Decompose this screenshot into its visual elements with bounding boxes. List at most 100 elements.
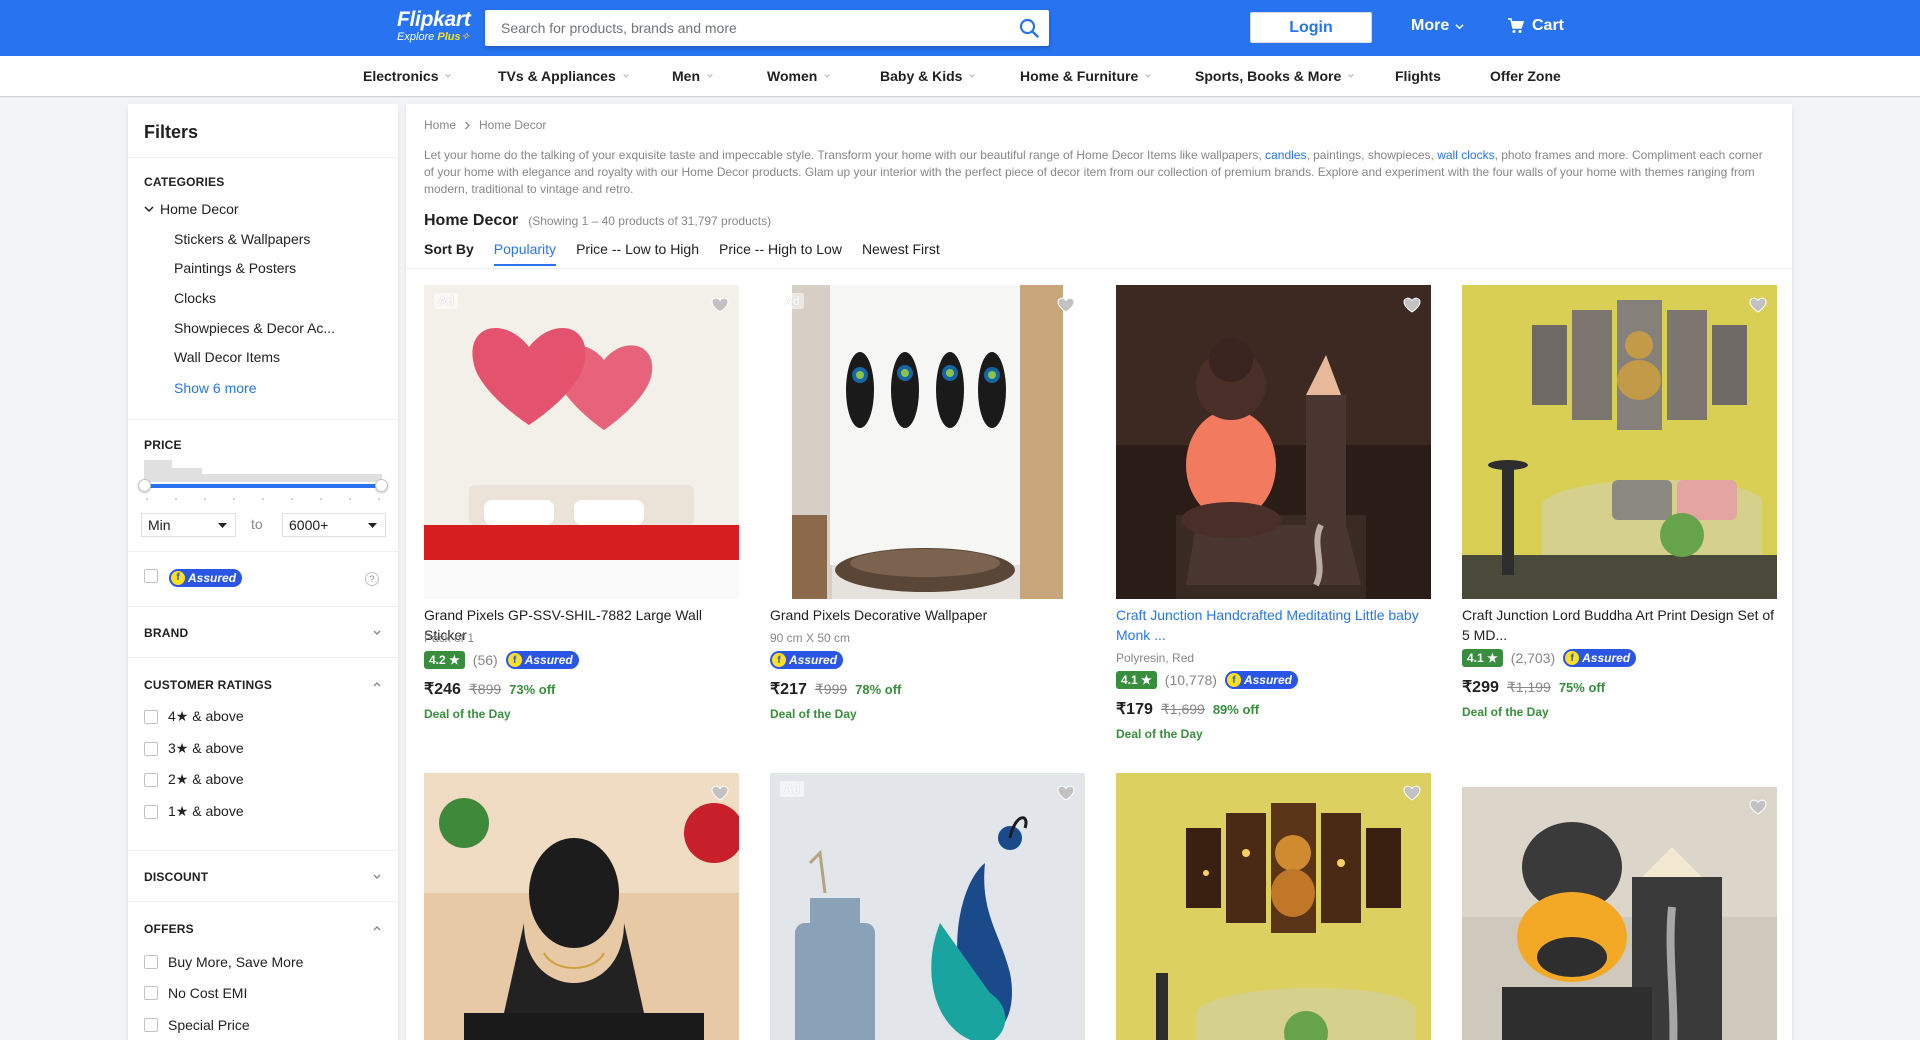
wishlist-heart-icon[interactable] xyxy=(711,785,729,801)
category-item[interactable]: Showpieces & Decor Ac... xyxy=(174,320,335,336)
flipkart-f-icon: f xyxy=(772,653,786,667)
offer-filter[interactable]: Buy More, Save More xyxy=(144,954,303,970)
wishlist-heart-icon[interactable] xyxy=(1749,297,1767,313)
checkbox[interactable] xyxy=(144,709,158,724)
product-rating: f Assured xyxy=(770,651,844,669)
sale-price: ₹246 xyxy=(424,681,461,698)
sort-price-low-high[interactable]: Price -- Low to High xyxy=(576,241,699,257)
checkbox[interactable] xyxy=(144,986,158,1000)
ad-badge: Ad xyxy=(780,781,804,797)
nav-sports-books[interactable]: Sports, Books & More xyxy=(1195,56,1355,96)
product-image[interactable] xyxy=(1462,285,1777,599)
chevron-up-icon[interactable] xyxy=(372,680,382,690)
checkbox[interactable] xyxy=(144,804,158,819)
wishlist-heart-icon[interactable] xyxy=(1403,297,1421,313)
category-item[interactable]: Paintings & Posters xyxy=(174,260,296,276)
product-price: ₹246 ₹899 73% off xyxy=(424,679,555,699)
rating-filter-1[interactable]: 1★ & above xyxy=(144,803,244,820)
filters-panel: Filters CATEGORIES Home Decor Stickers &… xyxy=(128,104,398,1040)
nav-home-furniture[interactable]: Home & Furniture xyxy=(1020,56,1152,96)
deal-label: Deal of the Day xyxy=(1116,727,1203,741)
wishlist-heart-icon[interactable] xyxy=(711,297,729,313)
wall-clocks-link[interactable]: wall clocks xyxy=(1437,148,1494,162)
more-menu[interactable]: More xyxy=(1411,17,1464,35)
search-icon[interactable] xyxy=(1019,18,1039,38)
product-title[interactable]: Craft Junction Lord Buddha Art Print Des… xyxy=(1462,605,1777,645)
assured-checkbox[interactable] xyxy=(144,569,158,583)
product-image[interactable]: Ad xyxy=(770,285,1085,599)
chevron-down-icon xyxy=(622,74,629,78)
chevron-down-icon[interactable] xyxy=(372,628,382,638)
help-icon[interactable]: ? xyxy=(365,572,379,586)
wishlist-heart-icon[interactable] xyxy=(1749,799,1767,815)
chevron-up-icon[interactable] xyxy=(372,924,382,934)
deal-label: Deal of the Day xyxy=(770,707,857,721)
offer-filter[interactable]: Special Price xyxy=(144,1017,250,1033)
nav-baby-kids[interactable]: Baby & Kids xyxy=(880,56,976,96)
product-image[interactable]: Ad xyxy=(424,285,739,599)
checkbox[interactable] xyxy=(144,772,158,787)
assured-badge: f Assured xyxy=(505,651,579,669)
cart-button[interactable]: Cart xyxy=(1508,17,1564,35)
category-item[interactable]: Clocks xyxy=(174,290,216,306)
product-title[interactable]: Grand Pixels Decorative Wallpaper xyxy=(770,605,1085,625)
breadcrumb: Home Home Decor xyxy=(424,118,546,132)
assured-badge: f Assured xyxy=(1224,671,1298,689)
sort-newest[interactable]: Newest First xyxy=(862,241,940,257)
discount-heading[interactable]: DISCOUNT xyxy=(144,870,208,884)
product-image[interactable] xyxy=(1462,787,1777,1040)
product-image[interactable] xyxy=(1116,773,1431,1040)
checkbox[interactable] xyxy=(144,741,158,756)
rating-filter-2[interactable]: 2★ & above xyxy=(144,771,244,788)
checkbox[interactable] xyxy=(144,1018,158,1032)
divider xyxy=(128,157,398,158)
product-image[interactable] xyxy=(424,773,739,1040)
category-root-label: Home Decor xyxy=(160,201,239,217)
customer-ratings-heading[interactable]: CUSTOMER RATINGS xyxy=(144,678,272,692)
search-input[interactable] xyxy=(485,10,1005,46)
review-count: (10,778) xyxy=(1164,672,1217,688)
show-more-link[interactable]: Show 6 more xyxy=(174,380,256,396)
sort-price-high-low[interactable]: Price -- High to Low xyxy=(719,241,842,257)
price-min-handle[interactable] xyxy=(138,479,151,492)
category-item[interactable]: Wall Decor Items xyxy=(174,349,280,365)
nav-men[interactable]: Men xyxy=(672,56,714,96)
checkbox[interactable] xyxy=(144,955,158,969)
price-max-handle[interactable] xyxy=(375,479,388,492)
wishlist-heart-icon[interactable] xyxy=(1403,785,1421,801)
rating-filter-3[interactable]: 3★ & above xyxy=(144,740,244,757)
nav-tvs-appliances[interactable]: TVs & Appliances xyxy=(498,56,630,96)
candles-link[interactable]: candles xyxy=(1265,148,1306,162)
logo-subtext: Explore Plus✧ xyxy=(397,31,470,43)
rating-badge: 4.1 ★ xyxy=(1116,671,1157,689)
flipkart-logo[interactable]: Flipkart Explore Plus✧ xyxy=(397,9,471,44)
nav-flights[interactable]: Flights xyxy=(1395,56,1441,96)
product-listing: Home Home Decor Let your home do the tal… xyxy=(406,104,1792,1040)
login-button[interactable]: Login xyxy=(1250,12,1372,43)
sort-popularity[interactable]: Popularity xyxy=(493,241,557,266)
category-description: Let your home do the talking of your exq… xyxy=(424,148,1763,196)
product-rating: 4.1 ★ (2,703) f Assured xyxy=(1462,649,1637,667)
price-min-select[interactable]: Min xyxy=(141,513,236,537)
product-title[interactable]: Craft Junction Handcrafted Meditating Li… xyxy=(1116,605,1431,645)
price-max-select[interactable]: 6000+ xyxy=(282,513,386,537)
rating-filter-4[interactable]: 4★ & above xyxy=(144,708,244,725)
nav-offer-zone[interactable]: Offer Zone xyxy=(1490,56,1561,96)
divider xyxy=(128,850,398,851)
brand-heading[interactable]: BRAND xyxy=(144,626,188,640)
offer-filter[interactable]: No Cost EMI xyxy=(144,985,247,1001)
offers-heading[interactable]: OFFERS xyxy=(144,922,194,936)
caret-down-icon xyxy=(218,523,227,528)
nav-electronics[interactable]: Electronics xyxy=(363,56,452,96)
wishlist-heart-icon[interactable] xyxy=(1057,785,1075,801)
chevron-down-icon[interactable] xyxy=(372,872,382,882)
category-home-decor[interactable]: Home Decor xyxy=(144,201,239,217)
product-image[interactable] xyxy=(1116,285,1431,599)
wishlist-heart-icon[interactable] xyxy=(1057,297,1075,313)
price-slider-track[interactable] xyxy=(144,484,382,488)
nav-women[interactable]: Women xyxy=(767,56,831,96)
category-item[interactable]: Stickers & Wallpapers xyxy=(174,231,310,247)
breadcrumb-home[interactable]: Home xyxy=(424,118,456,132)
product-image[interactable]: Ad xyxy=(770,773,1085,1040)
breadcrumb-current[interactable]: Home Decor xyxy=(479,118,546,132)
